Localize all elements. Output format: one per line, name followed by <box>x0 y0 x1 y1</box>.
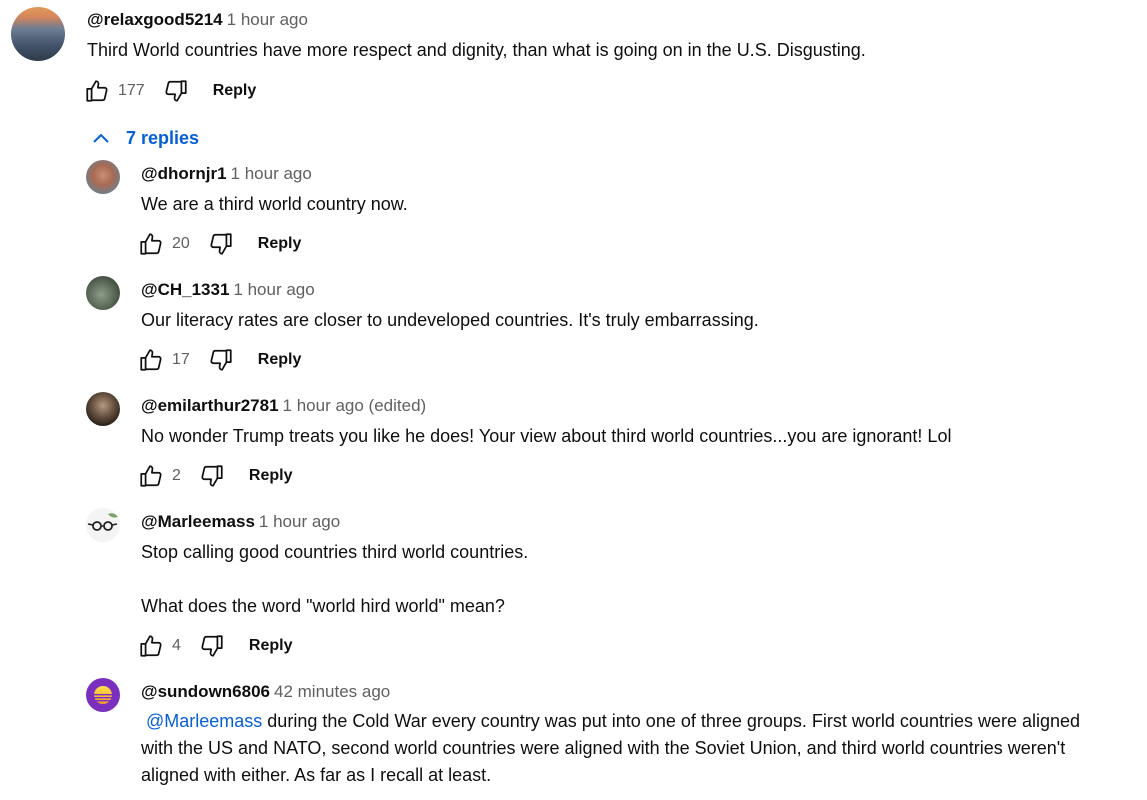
like-button[interactable] <box>134 629 168 663</box>
reply-button[interactable]: Reply <box>213 82 257 100</box>
timestamp[interactable]: 42 minutes ago <box>274 682 390 701</box>
comment-text: Third World countries have more respect … <box>87 40 866 60</box>
replies-toggle[interactable]: 7 replies <box>88 124 199 152</box>
like-count: 20 <box>172 235 190 252</box>
thumbs-up-icon <box>140 233 162 255</box>
comment-actions: 177 Reply <box>80 74 256 108</box>
comment-actions: 2 Reply <box>134 459 292 493</box>
thumbs-down-icon <box>210 233 232 255</box>
thumbs-down-icon <box>165 80 187 102</box>
like-button[interactable] <box>134 459 168 493</box>
dislike-button[interactable] <box>195 629 229 663</box>
like-count: 2 <box>172 467 181 484</box>
thumbs-down-icon <box>201 465 223 487</box>
comment-text: No wonder Trump treats you like he does!… <box>141 426 952 446</box>
like-count: 4 <box>172 637 181 654</box>
thumbs-down-icon <box>210 349 232 371</box>
reply-button[interactable]: Reply <box>258 351 302 369</box>
author-name[interactable]: @relaxgood5214 <box>87 10 223 29</box>
like-button[interactable] <box>134 227 168 261</box>
comment-text: during the Cold War every country was pu… <box>262 711 1081 731</box>
replies-count-label: 7 replies <box>126 127 200 148</box>
comment-actions: 20 Reply <box>134 227 301 261</box>
comment-actions: 17 Reply <box>134 343 301 377</box>
timestamp[interactable]: 1 hour ago <box>233 280 314 299</box>
comment-text-line: Stop calling good countries third world … <box>141 542 529 562</box>
avatar[interactable] <box>86 276 120 310</box>
thumbs-up-icon <box>140 349 162 371</box>
comment-header: @sundown6806 42 minutes ago <box>141 681 390 703</box>
comment-text: Our literacy rates are closer to undevel… <box>141 310 759 330</box>
timestamp[interactable]: 1 hour ago (edited) <box>283 396 427 415</box>
comment-actions: 4 Reply <box>134 629 292 663</box>
avatar[interactable] <box>11 7 65 61</box>
glasses-icon <box>87 513 118 531</box>
comment-header: @relaxgood5214 1 hour ago <box>87 9 308 31</box>
author-name[interactable]: @sundown6806 <box>141 682 270 701</box>
comment-text-line: @Marleemass during the Cold War every co… <box>141 708 1080 735</box>
mention-link[interactable]: @Marleemass <box>146 711 262 731</box>
comment-text: We are a third world country now. <box>141 194 408 214</box>
avatar[interactable] <box>86 392 120 426</box>
timestamp[interactable]: 1 hour ago <box>227 10 308 29</box>
comment-header: @emilarthur2781 1 hour ago (edited) <box>141 395 426 417</box>
author-name[interactable]: @Marleemass <box>141 512 255 531</box>
avatar[interactable] <box>86 160 120 194</box>
sunset-icon <box>93 686 113 704</box>
comment-text-line: aligned with either. As far as I recall … <box>141 765 492 785</box>
chevron-up-icon <box>93 133 109 143</box>
dislike-button[interactable] <box>195 459 229 493</box>
comment-text-line: with the US and NATO, second world count… <box>141 738 1066 758</box>
author-name[interactable]: @CH_1331 <box>141 280 229 299</box>
author-name[interactable]: @dhornjr1 <box>141 164 227 183</box>
comment-header: @dhornjr1 1 hour ago <box>141 163 312 185</box>
comment-header: @Marleemass 1 hour ago <box>141 511 340 533</box>
timestamp[interactable]: 1 hour ago <box>259 512 340 531</box>
like-count: 17 <box>172 351 190 368</box>
like-count: 177 <box>118 82 145 99</box>
dislike-button[interactable] <box>204 227 238 261</box>
thumbs-up-icon <box>140 465 162 487</box>
reply-button[interactable]: Reply <box>249 637 293 655</box>
avatar[interactable] <box>86 508 120 542</box>
author-name[interactable]: @emilarthur2781 <box>141 396 279 415</box>
comment-header: @CH_1331 1 hour ago <box>141 279 315 301</box>
timestamp[interactable]: 1 hour ago <box>231 164 312 183</box>
like-button[interactable] <box>134 343 168 377</box>
like-button[interactable] <box>80 74 114 108</box>
thumbs-down-icon <box>201 635 223 657</box>
reply-button[interactable]: Reply <box>249 467 293 485</box>
comment-text-line: What does the word "world hird world" me… <box>141 596 505 616</box>
avatar[interactable] <box>86 678 120 712</box>
dislike-button[interactable] <box>159 74 193 108</box>
dislike-button[interactable] <box>204 343 238 377</box>
reply-button[interactable]: Reply <box>258 235 302 253</box>
thumbs-up-icon <box>140 635 162 657</box>
thumbs-up-icon <box>86 80 108 102</box>
